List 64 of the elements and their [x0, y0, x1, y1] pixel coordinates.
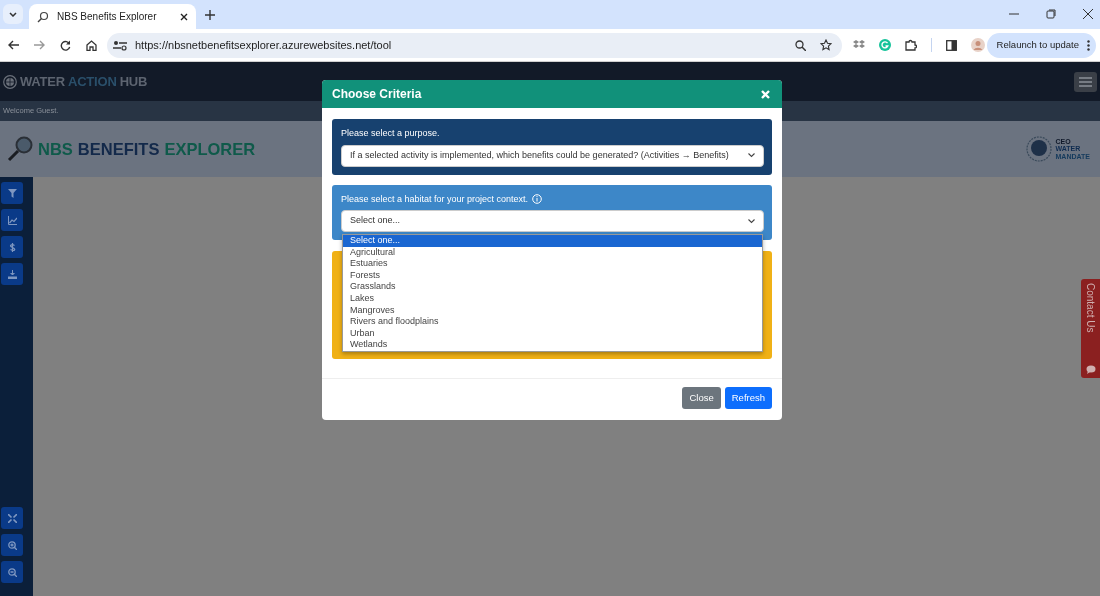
chevron-down-icon — [748, 153, 755, 158]
globe-logo-icon — [3, 74, 17, 89]
dropdown-option[interactable]: Grasslands — [343, 281, 762, 293]
chevron-down-icon — [748, 218, 755, 224]
address-bar[interactable]: https://nbsnetbenefitsexplorer.azurewebsites.net/tool — [107, 32, 842, 58]
app-title-word: BENEFITS — [77, 138, 160, 160]
field-label: Please select a habitat for your project context. — [341, 192, 529, 206]
tab-search-button[interactable] — [3, 4, 23, 24]
filter-icon[interactable] — [7, 188, 17, 198]
more-icon — [1087, 39, 1090, 51]
field-label: Please select a purpose. — [341, 127, 440, 140]
avatar-icon[interactable] — [971, 38, 985, 52]
app-title-word: NBS — [38, 138, 73, 160]
browser-tab[interactable]: NBS Benefits Explorer — [29, 4, 196, 29]
dropdown-option[interactable]: Select one... — [343, 235, 762, 247]
brand-word: HUB — [119, 72, 148, 91]
dropdown-option[interactable]: Wetlands — [343, 339, 762, 351]
select-field[interactable]: Select one... — [341, 210, 764, 232]
app-title-word: EXPLORER — [164, 138, 256, 160]
dropdown-option[interactable]: Mangroves — [343, 304, 762, 317]
select-field[interactable]: If a selected activity is implemented, which benefits could be generated? (Activities → Benefits) — [341, 144, 764, 167]
brand-word: WATER — [20, 72, 65, 91]
dropdown-option[interactable]: Rivers and floodplains — [343, 316, 762, 328]
close-icon[interactable] — [1083, 9, 1093, 19]
contact-tab[interactable]: Contact Us — [1081, 279, 1100, 378]
puzzle-icon[interactable] — [905, 39, 917, 51]
tab-title: NBS Benefits Explorer — [57, 10, 158, 24]
reload-icon[interactable] — [60, 39, 71, 51]
forward-arrow-icon[interactable] — [34, 40, 45, 50]
plus-icon[interactable] — [205, 10, 215, 20]
info-icon — [532, 194, 543, 205]
magnifier-globe-icon — [7, 136, 34, 162]
dollar-icon[interactable] — [7, 242, 17, 252]
magnifier-icon — [37, 10, 49, 23]
chat-bubble-icon — [1085, 365, 1096, 374]
refresh-button[interactable]: Refresh — [724, 387, 772, 409]
zoom-in-icon[interactable] — [7, 540, 17, 550]
modal-title: Choose Criteria — [332, 86, 422, 103]
download-icon[interactable] — [7, 269, 17, 279]
brand-word: ACTION — [68, 72, 117, 91]
letter-g-circle-icon[interactable] — [879, 39, 891, 51]
expand-icon[interactable] — [7, 513, 17, 523]
zoom-icon[interactable] — [795, 39, 806, 51]
site-settings-icon[interactable] — [113, 39, 127, 51]
zoom-out-icon[interactable] — [7, 567, 17, 577]
dropdown-option[interactable]: Forests — [343, 269, 762, 282]
dropdown-option[interactable]: Lakes — [343, 292, 762, 305]
relaunch-button[interactable]: Relaunch to update — [986, 32, 1096, 58]
back-arrow-icon[interactable] — [8, 40, 19, 50]
dropdown-option[interactable]: Agricultural — [343, 246, 762, 259]
menu-icon[interactable] — [1079, 76, 1092, 87]
dropdown-option[interactable]: Urban — [343, 327, 762, 340]
line-chart-icon[interactable] — [7, 215, 17, 225]
chevron-down-icon — [9, 11, 17, 17]
star-icon[interactable] — [820, 39, 832, 51]
url-text: https://nbsnetbenefitsexplorer.azurewebsites.net/tool — [135, 37, 393, 53]
close-button[interactable]: Close — [682, 387, 721, 409]
dropdown-option[interactable]: Estuaries — [343, 258, 762, 270]
home-icon[interactable] — [86, 39, 97, 51]
close-icon[interactable] — [180, 12, 188, 21]
maximize-icon[interactable] — [1046, 9, 1056, 19]
box-icon[interactable] — [853, 40, 865, 50]
side-panel-icon[interactable] — [946, 39, 957, 51]
globe-wreath-icon — [1025, 136, 1052, 162]
